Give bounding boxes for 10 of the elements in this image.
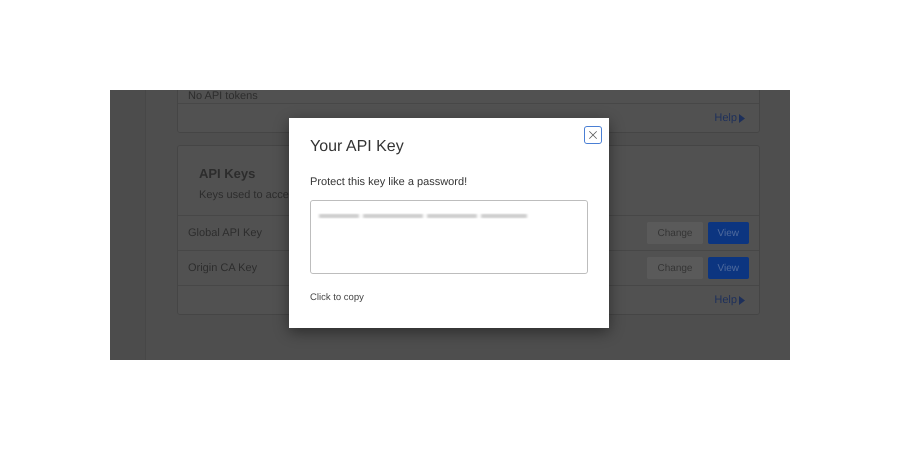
copy-hint: Click to copy xyxy=(310,292,365,303)
view-button[interactable]: View xyxy=(708,222,749,244)
view-button[interactable]: View xyxy=(708,257,749,279)
caret-icon xyxy=(739,296,745,304)
caret-icon xyxy=(739,114,745,122)
warning-text: Protect this key like a password! xyxy=(310,176,468,188)
close-button[interactable] xyxy=(584,126,602,144)
close-icon xyxy=(586,128,600,142)
dialog-title: Your API Key xyxy=(310,138,404,156)
key-field[interactable] xyxy=(310,200,588,274)
